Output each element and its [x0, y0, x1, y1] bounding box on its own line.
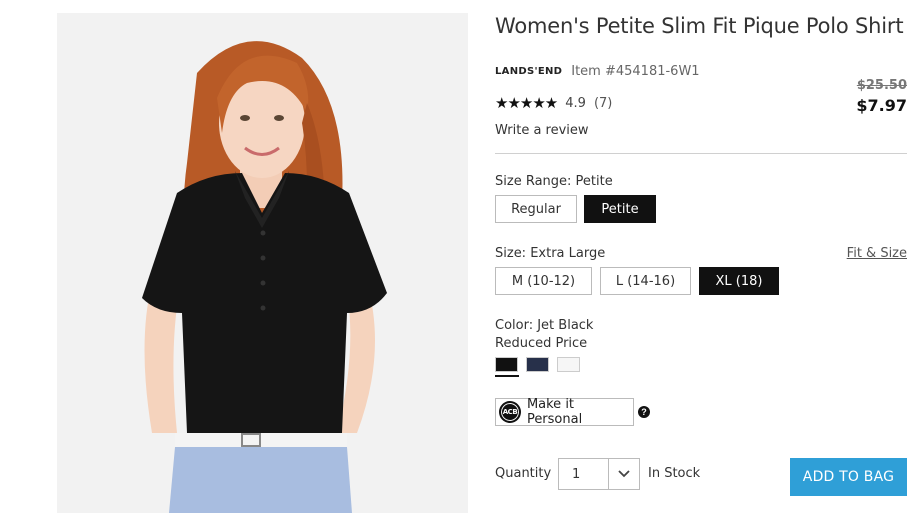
chevron-down-icon: [609, 470, 639, 478]
product-title: Women's Petite Slim Fit Pique Polo Shirt: [495, 14, 904, 38]
size-m-button[interactable]: M (10-12): [495, 267, 592, 295]
make-it-personal-label: Make it Personal: [526, 397, 583, 427]
quantity-label: Quantity: [495, 466, 552, 481]
item-number: Item #454181-6W1: [571, 64, 700, 79]
color-swatch-white[interactable]: [557, 357, 580, 372]
reduced-price-label: Reduced Price: [495, 336, 588, 351]
size-l-button[interactable]: L (14-16): [600, 267, 691, 295]
brand-logo: LANDS'END: [495, 66, 563, 77]
review-count[interactable]: (7): [594, 96, 612, 111]
divider: [495, 153, 907, 154]
product-photo[interactable]: [57, 13, 468, 513]
size-range-regular-button[interactable]: Regular: [495, 195, 577, 223]
size-label: Size: Extra Large: [495, 246, 606, 261]
add-to-bag-button[interactable]: ADD TO BAG: [790, 458, 907, 496]
quantity-value: 1: [572, 466, 581, 482]
fit-and-size-link[interactable]: Fit & Size: [847, 246, 907, 261]
write-review-link[interactable]: Write a review: [495, 123, 589, 138]
star-rating-icon: ★★★★★: [495, 94, 558, 112]
quantity-select[interactable]: 1: [558, 458, 640, 490]
help-icon[interactable]: ?: [638, 406, 650, 418]
original-price: $25.50: [856, 78, 907, 93]
product-info-panel: Women's Petite Slim Fit Pique Polo Shirt…: [495, 0, 907, 513]
rating-row[interactable]: ★★★★★ 4.9 (7): [495, 94, 612, 112]
color-swatch-jet-black[interactable]: [495, 357, 518, 372]
size-range-label: Size Range: Petite: [495, 174, 613, 189]
make-it-personal-button[interactable]: ACB Make it Personal: [495, 397, 634, 427]
stock-status: In Stock: [648, 466, 701, 481]
model-photo-illustration: [57, 13, 468, 513]
size-xl-button[interactable]: XL (18): [699, 267, 779, 295]
color-swatch-navy[interactable]: [526, 357, 549, 372]
price-block: $25.50 $7.97: [856, 78, 907, 115]
color-label: Color: Jet Black: [495, 318, 594, 333]
size-range-petite-button[interactable]: Petite: [584, 195, 656, 223]
selected-swatch-indicator: [495, 375, 519, 377]
brand-row: LANDS'END Item #454181-6W1: [495, 64, 700, 79]
rating-value: 4.9: [565, 95, 586, 111]
monogram-icon: ACB: [499, 401, 521, 423]
sale-price: $7.97: [856, 96, 907, 115]
